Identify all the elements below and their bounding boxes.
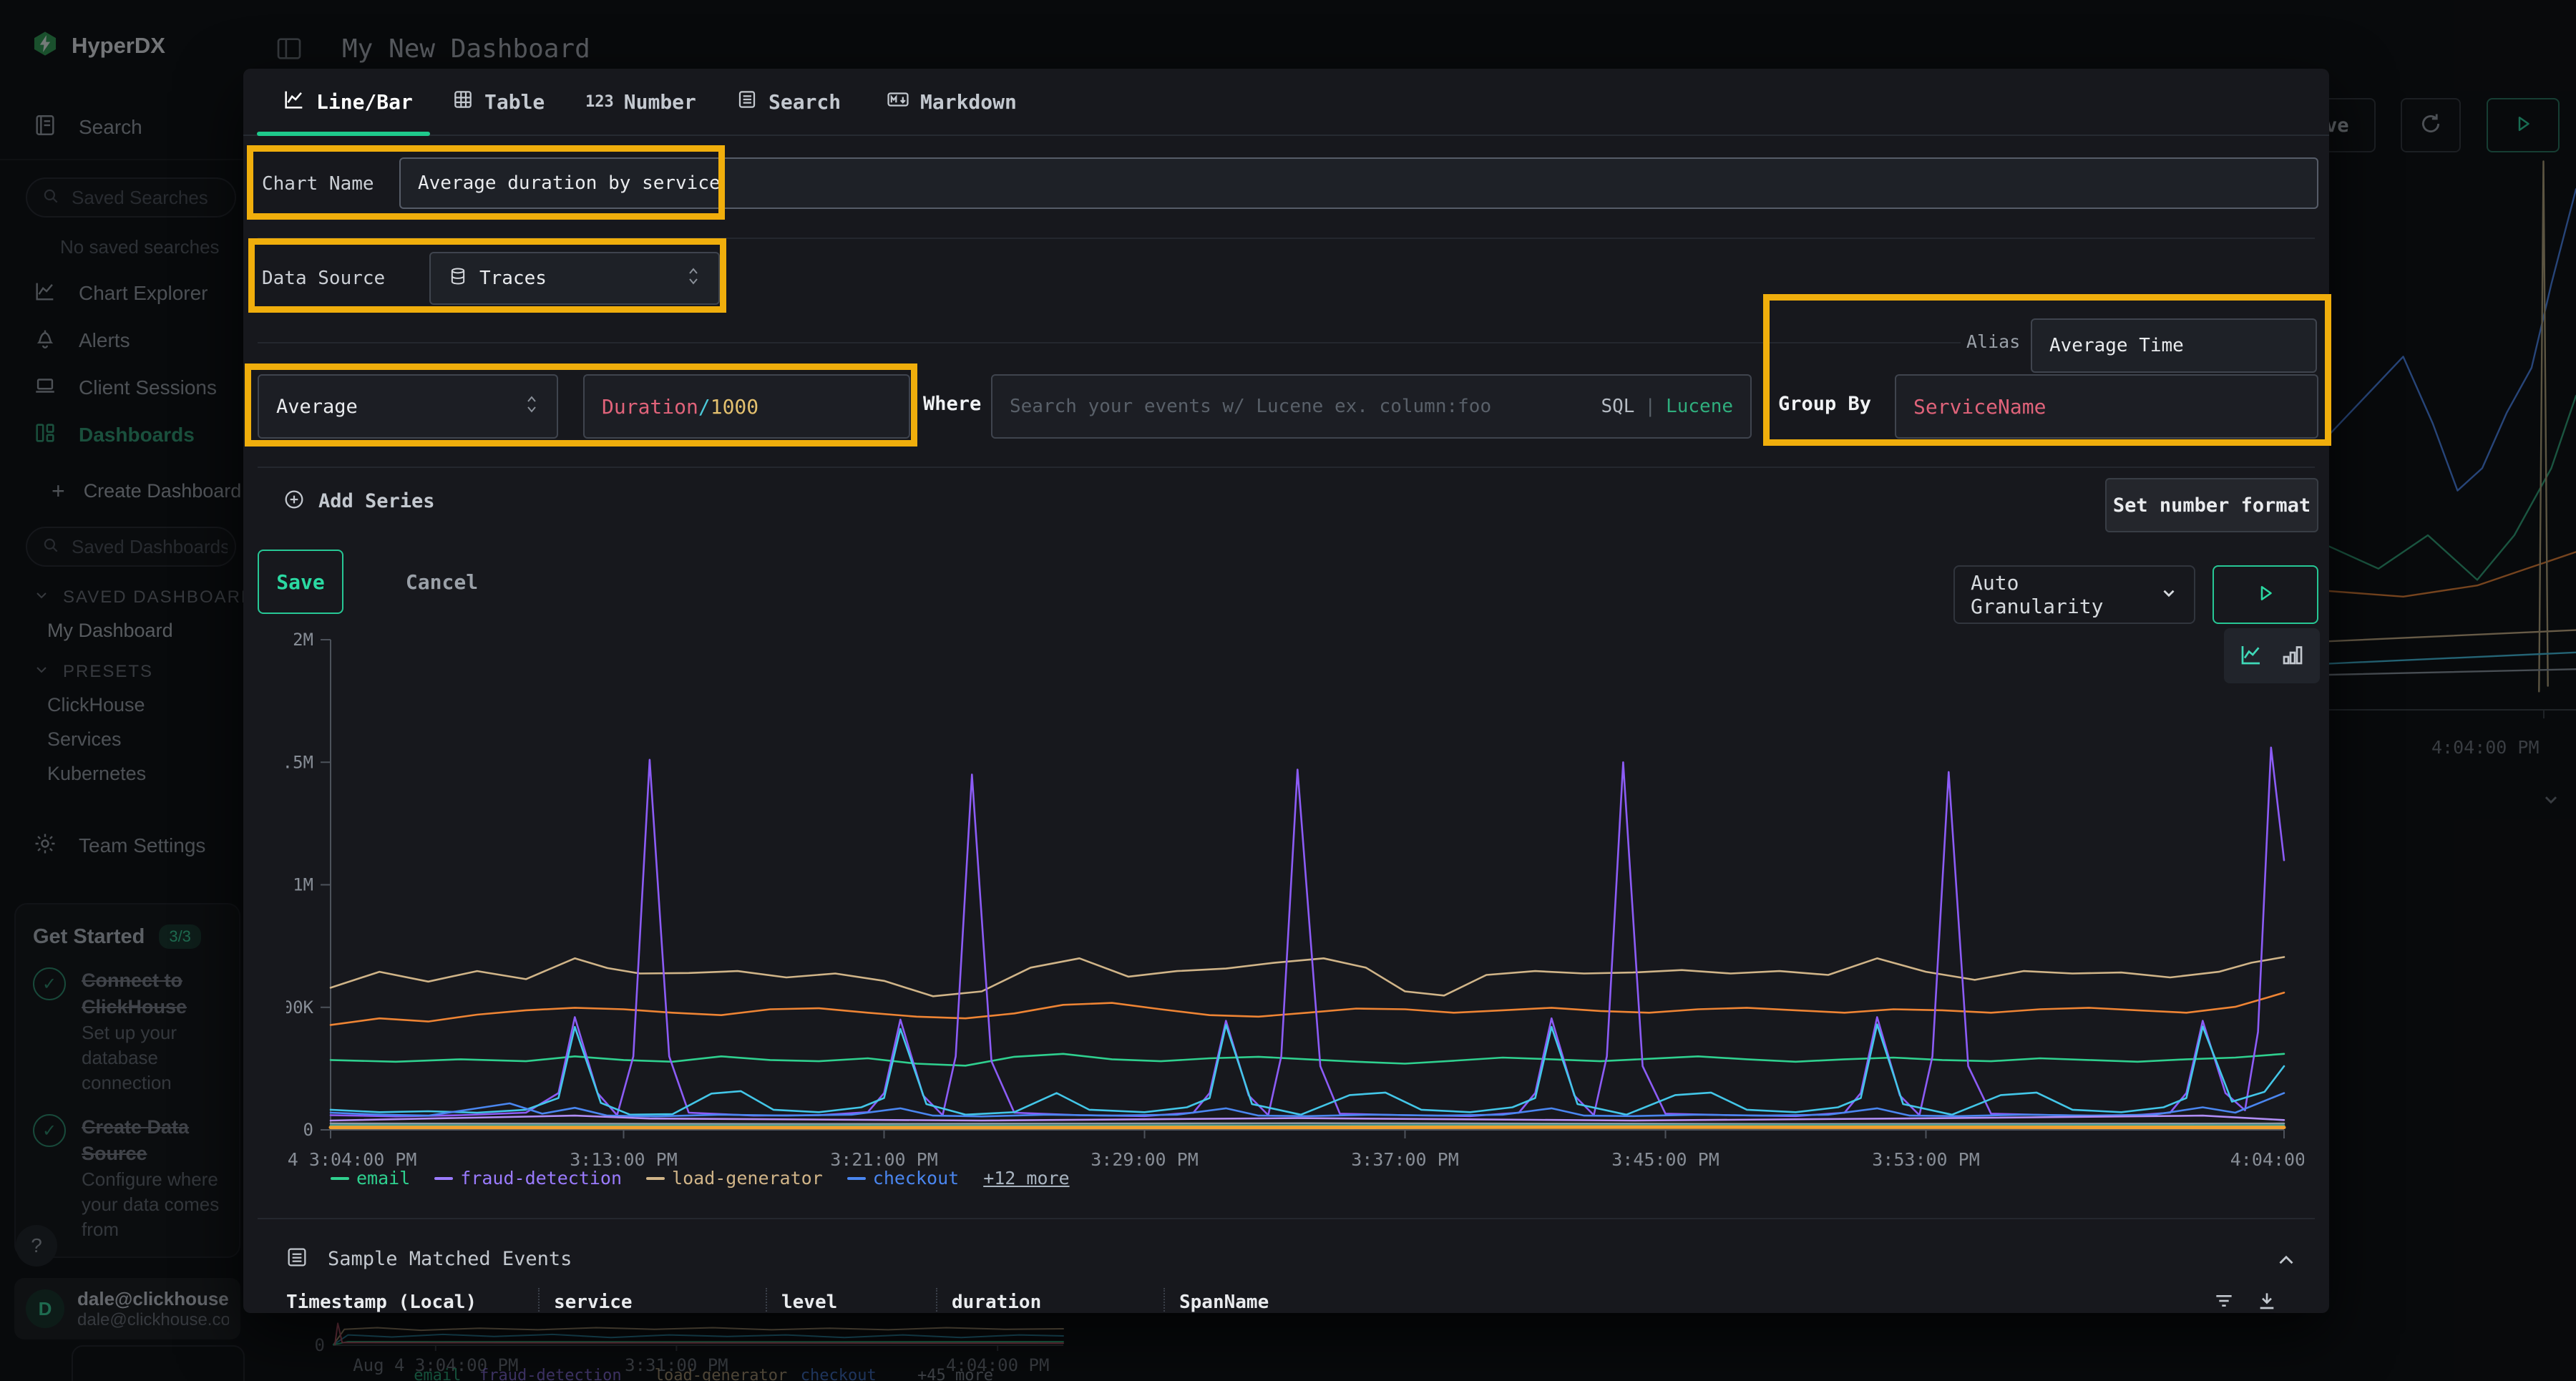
field-expression-input[interactable]: Duration/1000	[583, 374, 910, 439]
svg-text:3:45:00 PM: 3:45:00 PM	[1611, 1149, 1719, 1170]
events-table-header: Timestamp (Local)serviceleveldurationSpa…	[286, 1288, 2297, 1313]
column-header-service[interactable]: service	[538, 1288, 766, 1313]
chart-name-input[interactable]: Average duration by service	[399, 157, 2318, 209]
lang-separator: |	[1644, 396, 1656, 417]
download-icon[interactable]	[2255, 1289, 2278, 1313]
chart-editor-modal: Line/Bar Table 123 Number Search Markdow…	[243, 69, 2329, 1313]
legend-item[interactable]: fraud-detection	[434, 1168, 622, 1189]
svg-text:1M: 1M	[293, 875, 313, 895]
legend-item[interactable]: checkout	[847, 1168, 959, 1189]
data-source-label: Data Source	[262, 268, 385, 289]
svg-text:4:04:00 PM: 4:04:00 PM	[2230, 1149, 2304, 1170]
sample-matched-events-header[interactable]: Sample Matched Events	[285, 1245, 572, 1272]
svg-text:3:53:00 PM: 3:53:00 PM	[1872, 1149, 1980, 1170]
group-by-label: Group By	[1778, 393, 1871, 415]
lucene-toggle[interactable]: Lucene	[1666, 396, 1733, 417]
tab-line-bar[interactable]: Line/Bar	[282, 69, 413, 135]
123-icon: 123	[585, 93, 614, 111]
where-label: Where	[923, 393, 981, 415]
document-icon	[736, 88, 758, 116]
chart-name-label: Chart Name	[262, 173, 374, 195]
markdown-icon	[886, 87, 910, 117]
column-header-spanname[interactable]: SpanName	[1163, 1288, 1464, 1313]
svg-text:3:29:00 PM: 3:29:00 PM	[1091, 1149, 1199, 1170]
set-number-format-button[interactable]: Set number format	[2105, 478, 2318, 532]
legend-label: checkout	[873, 1168, 959, 1189]
svg-text:0: 0	[303, 1120, 313, 1140]
svg-text:1.5M: 1.5M	[286, 752, 313, 772]
divider	[258, 238, 2315, 239]
alias-input[interactable]: Average Time	[2031, 318, 2317, 373]
legend-label: load-generator	[672, 1168, 823, 1189]
list-icon	[285, 1245, 309, 1272]
divider	[258, 467, 2315, 468]
alias-label: Alias	[1966, 331, 2020, 352]
tab-number[interactable]: 123 Number	[585, 69, 696, 135]
database-icon	[448, 266, 468, 291]
line-chart-icon	[282, 87, 306, 117]
legend-swatch	[847, 1177, 866, 1180]
granularity-select[interactable]: Auto Granularity	[1953, 565, 2195, 624]
column-header-timestamp-local-[interactable]: Timestamp (Local)	[286, 1288, 538, 1313]
svg-text:3:37:00 PM: 3:37:00 PM	[1351, 1149, 1459, 1170]
text-cursor	[722, 170, 724, 196]
legend-label: email	[356, 1168, 410, 1189]
tabbar-divider	[243, 135, 2329, 136]
table-icon	[452, 88, 474, 116]
column-header-level[interactable]: level	[766, 1288, 936, 1313]
divider	[258, 342, 1961, 343]
data-source-select[interactable]: Traces	[429, 252, 720, 305]
preview-chart[interactable]: 0 500K 1M 1.5M 2M Aug 4 3:04:00 PM 3:13:00 PM 3…	[286, 630, 2304, 1188]
chart-run-button[interactable]	[2212, 565, 2318, 624]
save-button[interactable]: Save	[258, 550, 343, 614]
legend-swatch	[331, 1177, 349, 1180]
aggregation-select[interactable]: Average	[258, 374, 558, 439]
cancel-button[interactable]: Cancel	[390, 550, 494, 614]
chevron-down-icon	[2160, 584, 2178, 605]
tab-search[interactable]: Search	[736, 69, 841, 135]
play-icon	[2255, 582, 2276, 607]
svg-text:3:13:00 PM: 3:13:00 PM	[570, 1149, 678, 1170]
svg-text:2M: 2M	[293, 630, 313, 650]
legend-item[interactable]: email	[331, 1168, 410, 1189]
add-series-button[interactable]: Add Series	[283, 488, 435, 514]
select-updown-icon	[686, 265, 701, 292]
select-updown-icon	[524, 394, 540, 420]
where-search-input[interactable]: Search your events w/ Lucene ex. column:…	[991, 374, 1752, 439]
where-placeholder: Search your events w/ Lucene ex. column:…	[1010, 396, 1491, 417]
group-by-input[interactable]: ServiceName	[1895, 374, 2318, 439]
divider	[258, 1218, 2315, 1219]
svg-text:500K: 500K	[286, 997, 314, 1018]
collapse-chevron-icon[interactable]	[2274, 1248, 2298, 1275]
plus-circle-icon	[283, 488, 306, 514]
legend-item[interactable]: load-generator	[646, 1168, 823, 1189]
legend-label: fraud-detection	[460, 1168, 622, 1189]
legend-swatch	[646, 1177, 665, 1180]
line-chart-toggle-icon[interactable]	[2238, 642, 2264, 670]
sql-toggle[interactable]: SQL	[1601, 396, 1634, 417]
svg-text:Aug 4 3:04:00 PM: Aug 4 3:04:00 PM	[286, 1149, 416, 1170]
chart-type-toggle	[2224, 628, 2320, 683]
tab-markdown[interactable]: Markdown	[886, 69, 1017, 135]
svg-text:3:21:00 PM: 3:21:00 PM	[830, 1149, 938, 1170]
tab-table[interactable]: Table	[452, 69, 545, 135]
filter-icon[interactable]	[2212, 1289, 2235, 1313]
bar-chart-toggle-icon[interactable]	[2280, 642, 2306, 670]
legend-swatch	[434, 1177, 453, 1180]
legend-more-link[interactable]: +12 more	[983, 1168, 1069, 1189]
app-root: HyperDX Search Saved Searches No saved s…	[0, 0, 2576, 1381]
column-header-duration[interactable]: duration	[936, 1288, 1163, 1313]
chart-legend: email fraud-detection load-generator checko…	[331, 1168, 1070, 1189]
